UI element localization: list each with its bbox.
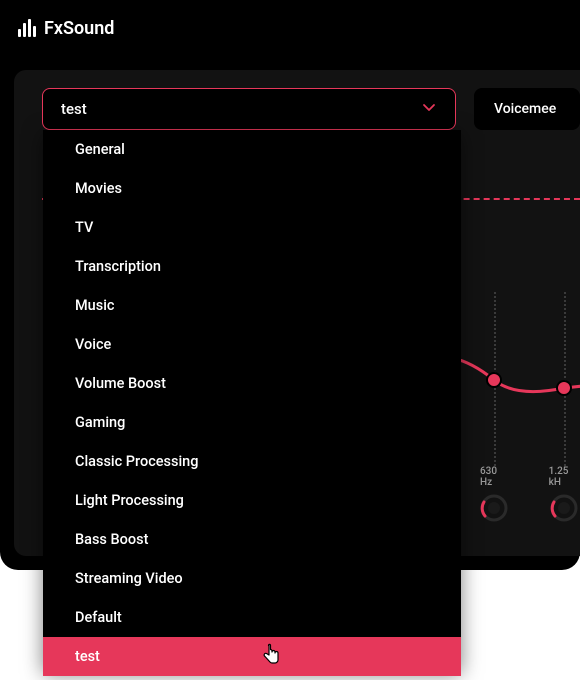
preset-selected-label: test [61, 100, 87, 118]
preset-option[interactable]: General [43, 130, 461, 169]
preset-option[interactable]: Volume Boost [43, 364, 461, 403]
output-dropdown-trigger[interactable]: Voicemee [474, 88, 580, 130]
preset-option[interactable]: Voice [43, 325, 461, 364]
eq-band-630hz: 630 Hz [480, 466, 509, 522]
output-selected-label: Voicemee [494, 101, 556, 117]
app-name: FxSound [44, 18, 114, 39]
title-bar: FxSound [0, 0, 580, 56]
preset-dropdown-menu: GeneralMoviesTVTranscriptionMusicVoiceVo… [43, 130, 461, 670]
knob-icon[interactable] [550, 494, 578, 522]
preset-option[interactable]: Transcription [43, 247, 461, 286]
eq-band-1.25khz: 1.25 kH [549, 466, 580, 522]
preset-option[interactable]: Streaming Video [43, 559, 461, 598]
preset-dropdown-trigger[interactable]: test [42, 88, 456, 130]
logo-icon [18, 19, 36, 37]
preset-option[interactable]: Movies [43, 169, 461, 208]
preset-option[interactable]: Gaming [43, 403, 461, 442]
band-label: 1.25 kH [549, 466, 580, 488]
band-label: 630 Hz [480, 466, 509, 488]
preset-option[interactable]: TV [43, 208, 461, 247]
knob-icon[interactable] [480, 494, 508, 522]
preset-option[interactable]: test [43, 637, 461, 676]
preset-option[interactable]: Default [43, 598, 461, 637]
preset-option[interactable]: Light Processing [43, 481, 461, 520]
preset-option[interactable]: Classic Processing [43, 442, 461, 481]
app-logo: FxSound [18, 18, 114, 39]
chevron-down-icon [421, 99, 437, 119]
preset-option[interactable]: Music [43, 286, 461, 325]
top-controls: test Voicemee [14, 70, 580, 130]
preset-option[interactable]: Bass Boost [43, 520, 461, 559]
